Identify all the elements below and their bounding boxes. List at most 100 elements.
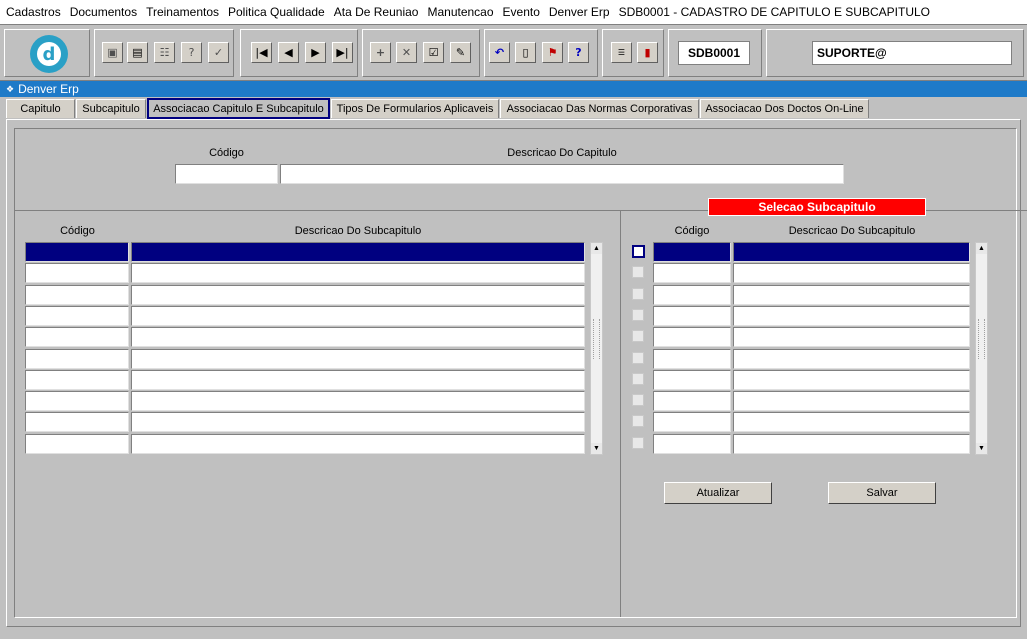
- selecao-codigo-cell[interactable]: [653, 242, 731, 262]
- subcapitulo-codigo-cell[interactable]: [25, 306, 129, 326]
- subcapitulo-descricao-cell[interactable]: [131, 263, 585, 283]
- insert-icon[interactable]: +: [370, 42, 391, 63]
- subcapitulo-descricao-cell[interactable]: [131, 434, 585, 454]
- salvar-button[interactable]: Salvar: [828, 482, 936, 504]
- selecao-checkbox[interactable]: [632, 394, 644, 406]
- scroll-down-icon[interactable]: ▼: [591, 443, 602, 454]
- selecao-descricao-cell[interactable]: [733, 263, 970, 283]
- scroll-up-icon[interactable]: ▲: [976, 243, 987, 254]
- exit-icon[interactable]: ▮: [637, 42, 658, 63]
- selecao-codigo-cell[interactable]: [653, 285, 731, 305]
- last-record-icon[interactable]: ▶|: [332, 42, 353, 63]
- selecao-checkbox[interactable]: [632, 266, 644, 278]
- selecao-codigo-cell[interactable]: [653, 327, 731, 347]
- menu-icon[interactable]: ☰: [611, 42, 632, 63]
- menu-denver-erp[interactable]: Denver Erp: [549, 5, 610, 19]
- capitulo-descricao-field[interactable]: [280, 164, 844, 184]
- selecao-codigo-cell[interactable]: [653, 349, 731, 369]
- selecao-descricao-label: Descricao Do Subcapitulo: [788, 225, 916, 237]
- selecao-checkbox[interactable]: [632, 309, 644, 321]
- menu-evento[interactable]: Evento: [503, 5, 540, 19]
- subcapitulo-codigo-cell[interactable]: [25, 242, 129, 262]
- left-scrollbar[interactable]: ▲ ▼: [590, 242, 603, 455]
- selecao-descricao-cell[interactable]: [733, 370, 970, 390]
- selecao-codigo-cell[interactable]: [653, 306, 731, 326]
- selecao-checkbox[interactable]: [632, 373, 644, 385]
- prev-record-icon[interactable]: ◀: [278, 42, 299, 63]
- selecao-descricao-cell[interactable]: [733, 412, 970, 432]
- selecao-descricao-cell[interactable]: [733, 434, 970, 454]
- menu-manutencao[interactable]: Manutencao: [427, 5, 493, 19]
- scroll-down-icon[interactable]: ▼: [976, 443, 987, 454]
- subcapitulo-codigo-cell[interactable]: [25, 434, 129, 454]
- menu-treinamentos[interactable]: Treinamentos: [146, 5, 219, 19]
- subcapitulo-codigo-cell[interactable]: [25, 349, 129, 369]
- tab-capitulo[interactable]: Capitulo: [6, 99, 75, 118]
- atualizar-button[interactable]: Atualizar: [664, 482, 772, 504]
- scroll-grip[interactable]: [978, 319, 985, 359]
- subcapitulo-codigo-cell[interactable]: [25, 285, 129, 305]
- clipboard-icon[interactable]: ▯: [515, 42, 536, 63]
- menu-documentos[interactable]: Documentos: [70, 5, 137, 19]
- menu-politica-qualidade[interactable]: Politica Qualidade: [228, 5, 325, 19]
- tab-associacao-normas[interactable]: Associacao Das Normas Corporativas: [500, 99, 699, 118]
- selecao-checkbox[interactable]: [632, 352, 644, 364]
- selecao-checkbox[interactable]: [632, 288, 644, 300]
- menu-form-title[interactable]: SDB0001 - CADASTRO DE CAPITULO E SUBCAPI…: [619, 5, 930, 19]
- selecao-codigo-cell[interactable]: [653, 391, 731, 411]
- subcapitulo-descricao-cell[interactable]: [131, 412, 585, 432]
- selecao-checkbox[interactable]: [632, 245, 645, 258]
- selecao-descricao-cell[interactable]: [733, 391, 970, 411]
- query-icon[interactable]: ?: [181, 42, 202, 63]
- subcapitulo-descricao-cell[interactable]: [131, 306, 585, 326]
- selecao-descricao-cell[interactable]: [733, 327, 970, 347]
- next-record-icon[interactable]: ▶: [305, 42, 326, 63]
- window-icon: ❖: [6, 83, 15, 94]
- subcapitulo-descricao-cell[interactable]: [131, 242, 585, 262]
- subcapitulo-codigo-cell[interactable]: [25, 412, 129, 432]
- security-icon[interactable]: ⚑: [542, 42, 563, 63]
- print-preview-icon[interactable]: ▤: [127, 42, 148, 63]
- pencil-icon[interactable]: ✎: [450, 42, 471, 63]
- capitulo-codigo-field[interactable]: [175, 164, 278, 184]
- scroll-grip[interactable]: [593, 319, 600, 359]
- selecao-checkbox[interactable]: [632, 330, 644, 342]
- help-icon[interactable]: ?: [568, 42, 589, 63]
- scroll-up-icon[interactable]: ▲: [591, 243, 602, 254]
- print-icon[interactable]: ☷: [154, 42, 175, 63]
- selecao-codigo-cell[interactable]: [653, 434, 731, 454]
- subcapitulo-descricao-cell[interactable]: [131, 391, 585, 411]
- tab-associacao-doctos[interactable]: Associacao Dos Doctos On-Line: [700, 99, 869, 118]
- selecao-codigo-cell[interactable]: [653, 370, 731, 390]
- selecao-descricao-cell[interactable]: [733, 306, 970, 326]
- selecao-descricao-cell[interactable]: [733, 242, 970, 262]
- tab-associacao-capitulo-subcapitulo[interactable]: Associacao Capitulo E Subcapitulo: [147, 98, 330, 119]
- right-scrollbar[interactable]: ▲ ▼: [975, 242, 988, 455]
- selecao-descricao-cell[interactable]: [733, 349, 970, 369]
- selecao-checkbox[interactable]: [632, 437, 644, 449]
- undo-icon[interactable]: ↶: [489, 42, 510, 63]
- subcapitulo-descricao-cell[interactable]: [131, 349, 585, 369]
- tab-tipos-de-formularios[interactable]: Tipos De Formularios Aplicaveis: [331, 99, 499, 118]
- menu-bar: Cadastros Documentos Treinamentos Politi…: [0, 0, 1027, 24]
- menu-ata-de-reuniao[interactable]: Ata De Reuniao: [334, 5, 419, 19]
- subcapitulo-descricao-cell[interactable]: [131, 285, 585, 305]
- delete-icon[interactable]: ✕: [396, 42, 417, 63]
- subcapitulo-codigo-cell[interactable]: [25, 391, 129, 411]
- menu-cadastros[interactable]: Cadastros: [6, 5, 61, 19]
- check-icon[interactable]: ☑: [423, 42, 444, 63]
- selecao-checkbox[interactable]: [632, 415, 644, 427]
- tab-subcapitulo[interactable]: Subcapitulo: [76, 99, 146, 118]
- form-code: SDB0001: [678, 41, 750, 65]
- subcapitulo-codigo-cell[interactable]: [25, 263, 129, 283]
- save-icon[interactable]: ▣: [102, 42, 123, 63]
- subcapitulo-descricao-cell[interactable]: [131, 370, 585, 390]
- selecao-codigo-cell[interactable]: [653, 412, 731, 432]
- first-record-icon[interactable]: |◀: [251, 42, 272, 63]
- selecao-descricao-cell[interactable]: [733, 285, 970, 305]
- subcapitulo-codigo-cell[interactable]: [25, 370, 129, 390]
- selecao-codigo-cell[interactable]: [653, 263, 731, 283]
- subcapitulo-descricao-cell[interactable]: [131, 327, 585, 347]
- edit-icon[interactable]: ✓: [208, 42, 229, 63]
- subcapitulo-codigo-cell[interactable]: [25, 327, 129, 347]
